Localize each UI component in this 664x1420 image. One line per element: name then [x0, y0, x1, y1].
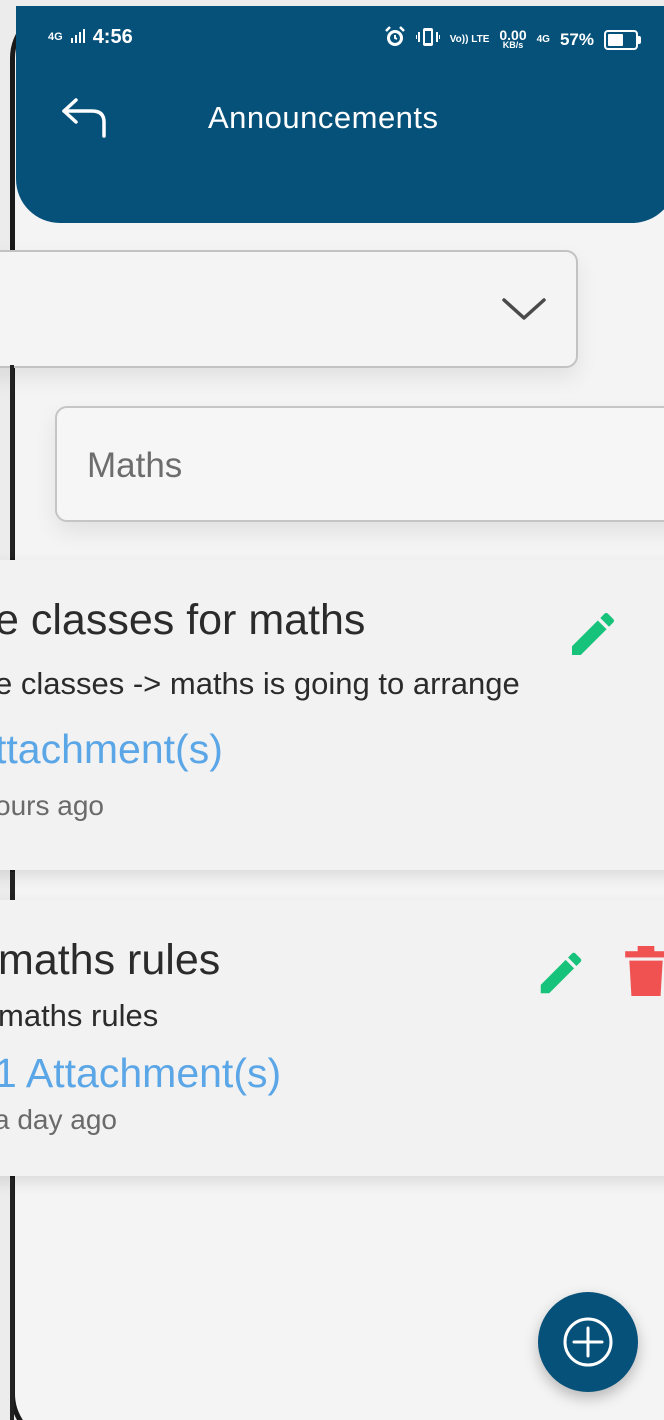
network-speed-unit: KB/s — [502, 39, 524, 50]
network-speed: 0.00 KB/s — [499, 26, 527, 50]
announcement-body: maths rules — [0, 998, 159, 1033]
attachments-link[interactable]: 1 Attachment(s) — [0, 1050, 281, 1097]
battery-percent: 57% — [559, 29, 594, 49]
announcement-time: ours ago — [0, 790, 104, 821]
network-speed-value: 0.00 — [499, 26, 527, 43]
volte-indicator: Vo)) LTE — [449, 33, 490, 45]
back-arrow-icon — [62, 98, 106, 138]
network-type-left: 4G — [48, 31, 63, 43]
add-announcement-button[interactable] — [538, 1292, 638, 1392]
announcement-body: e classes -> maths is going to arrange — [0, 666, 520, 701]
pencil-icon[interactable] — [565, 606, 621, 662]
signal-icon — [70, 26, 85, 49]
subject-value: Maths — [87, 446, 183, 485]
frame-edge — [10, 1178, 14, 1420]
clock-time: 4:56 — [92, 26, 133, 48]
alarm-icon — [384, 26, 406, 53]
subject-field[interactable]: Maths — [55, 406, 664, 522]
announcement-card[interactable]: maths rules maths rules 1 Attachment(s) … — [0, 900, 664, 1176]
attachments-link[interactable]: ttachment(s) — [0, 726, 223, 773]
trash-icon[interactable] — [624, 946, 664, 996]
status-bar: 4G 4:56 Vo)) LTE 0.00 KB/s 4G 57% — [48, 22, 641, 56]
network-type-right: 4G — [536, 33, 550, 45]
announcement-title: maths rules — [0, 936, 221, 984]
announcement-title: e classes for maths — [0, 596, 366, 644]
vibrate-icon — [414, 27, 441, 52]
page-title: Announcements — [208, 100, 439, 135]
announcement-card[interactable]: e classes for maths e classes -> maths i… — [0, 560, 664, 870]
pencil-icon[interactable] — [534, 946, 588, 1000]
class-dropdown[interactable] — [0, 250, 578, 368]
frame-edge — [10, 872, 15, 900]
battery-icon — [604, 29, 641, 50]
app-screen: 4G 4:56 Vo)) LTE 0.00 KB/s 4G 57% Announ… — [0, 0, 664, 1420]
chevron-down-icon — [502, 298, 546, 320]
plus-circle-icon — [563, 1317, 613, 1367]
announcement-time: a day ago — [0, 1104, 117, 1135]
back-button[interactable] — [58, 92, 110, 144]
frame-edge — [10, 365, 14, 558]
